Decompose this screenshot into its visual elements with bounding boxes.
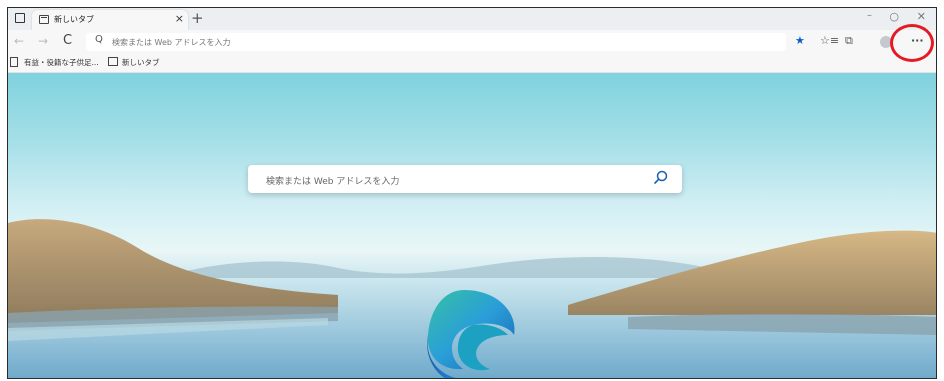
maximize-button[interactable]: ○: [889, 10, 899, 23]
close-window-button[interactable]: ✕: [917, 10, 926, 23]
back-button[interactable]: ←: [14, 33, 24, 49]
browser-window: 新しいタブ × + – ○ ✕ ← → C Q 検索または Web アドレスを入…: [7, 7, 937, 379]
tab-icon: [108, 57, 118, 66]
collections-icon[interactable]: ⧉: [845, 33, 853, 49]
new-tab-button[interactable]: +: [191, 9, 204, 27]
workspaces-icon[interactable]: [15, 13, 25, 23]
highlight-circle: [890, 24, 934, 62]
tab-close-icon[interactable]: ×: [175, 12, 184, 26]
toolbar: ← → C Q 検索または Web アドレスを入力 ★ ☆≡ ⧉ ···: [8, 30, 936, 54]
tab-title: 新しいタブ: [54, 15, 94, 24]
forward-button[interactable]: →: [38, 33, 48, 49]
page-icon: [10, 57, 18, 67]
bookmark-label: 有益・役籍な子供足...: [24, 58, 99, 67]
address-search-icon: Q: [95, 34, 103, 45]
favorites-list-icon[interactable]: ☆≡: [820, 33, 839, 49]
bookmark-label: 新しいタブ: [122, 58, 160, 67]
address-bar[interactable]: Q 検索または Web アドレスを入力: [86, 33, 786, 51]
landscape-background: [8, 219, 936, 378]
tab-new-tab[interactable]: 新しいタブ ×: [32, 10, 188, 30]
new-tab-favicon-icon: [39, 15, 49, 24]
bookmarks-bar: 有益・役籍な子供足... 新しいタブ: [8, 54, 936, 73]
new-tab-page: 検索または Web アドレスを入力: [8, 73, 936, 378]
search-placeholder: 検索または Web アドレスを入力: [266, 177, 400, 187]
refresh-button[interactable]: C: [63, 33, 72, 49]
tab-strip: 新しいタブ × + – ○ ✕: [8, 8, 936, 30]
search-box[interactable]: 検索または Web アドレスを入力: [248, 165, 682, 193]
favorite-star-icon[interactable]: ★: [795, 33, 805, 49]
search-icon[interactable]: [652, 169, 670, 187]
address-placeholder: 検索または Web アドレスを入力: [112, 38, 231, 47]
minimize-button[interactable]: –: [867, 10, 872, 21]
